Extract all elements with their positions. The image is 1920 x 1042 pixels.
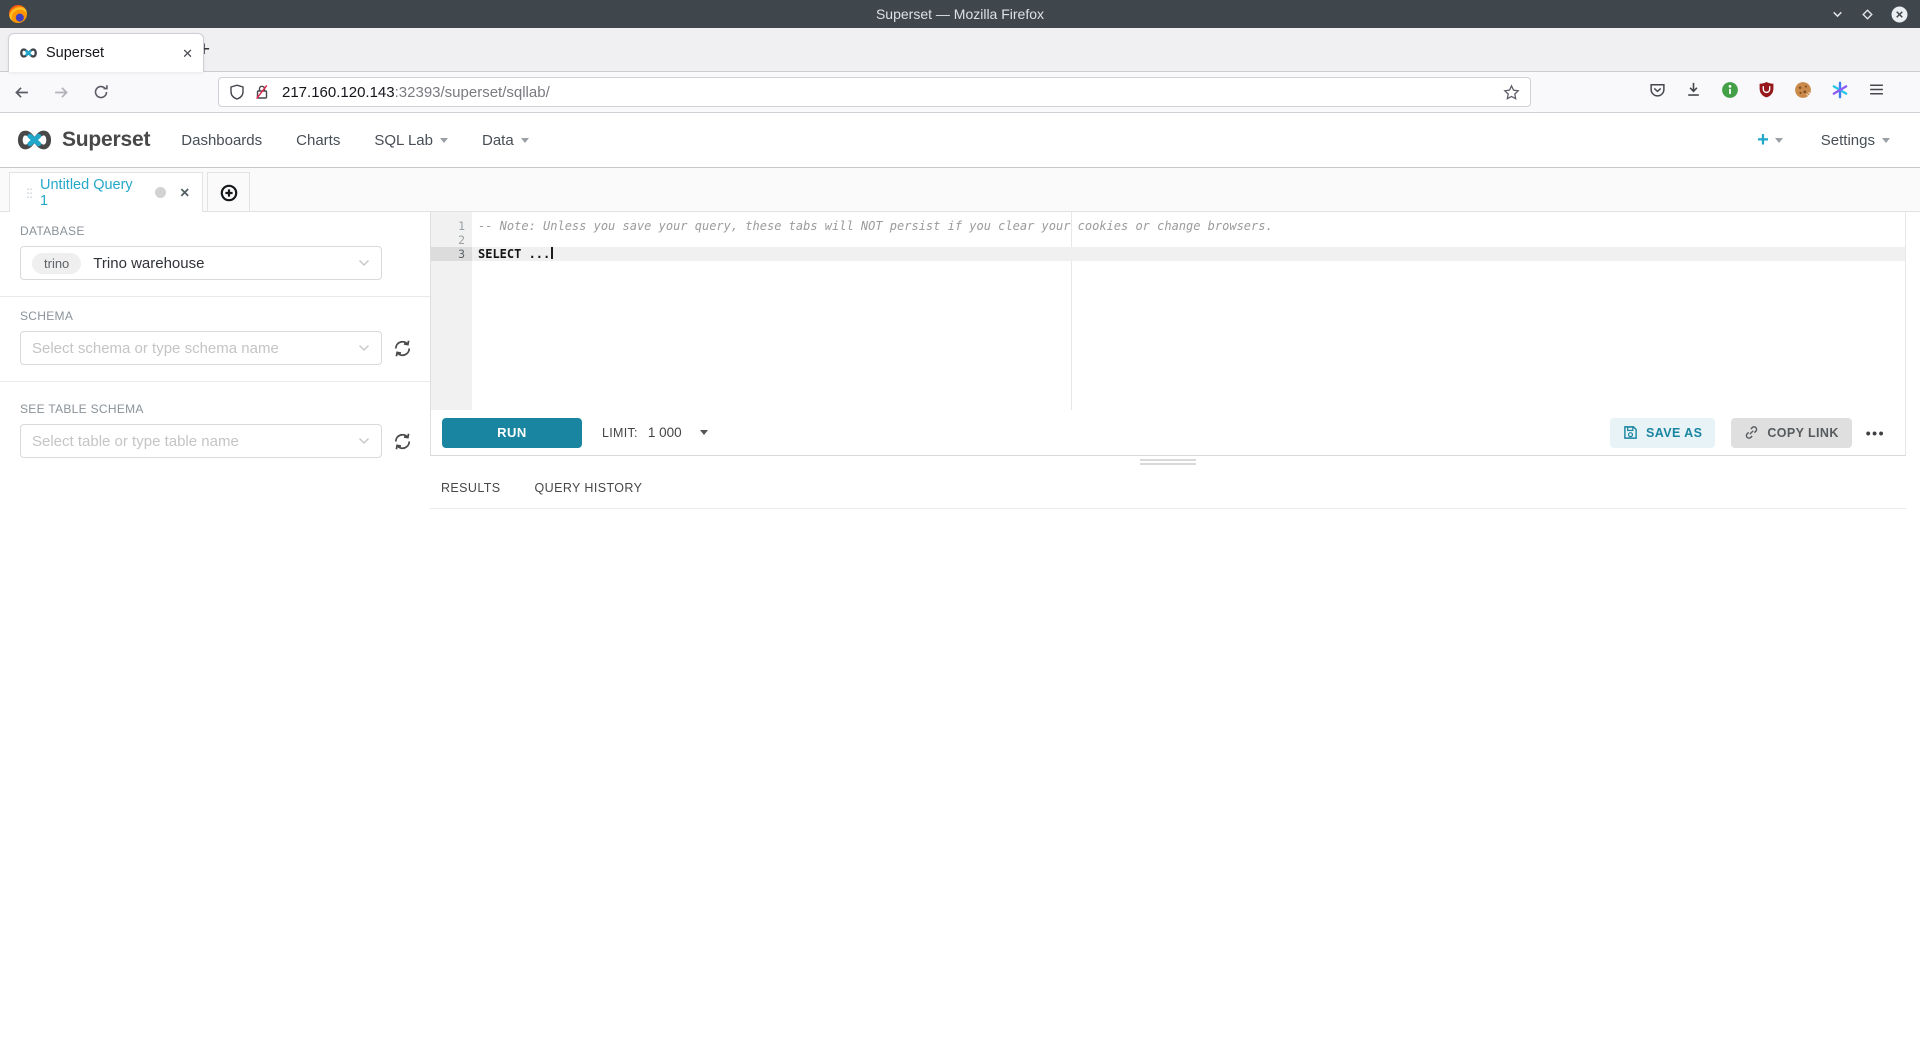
- query-tab-bar: ⋮ Untitled Query 1 ✕: [0, 168, 1920, 212]
- query-status-dot: [155, 187, 166, 198]
- hamburger-menu-icon[interactable]: [1868, 81, 1885, 103]
- text-cursor: [551, 247, 553, 259]
- browser-tab-strip: Superset ✕ +: [0, 28, 1920, 72]
- chevron-down-icon: [1775, 138, 1783, 143]
- chevron-down-icon: [700, 430, 708, 435]
- tab-query-history[interactable]: QUERY HISTORY: [535, 481, 643, 495]
- save-icon: [1623, 425, 1638, 440]
- chevron-down-icon: [358, 437, 370, 445]
- forward-icon[interactable]: [52, 83, 70, 101]
- extension-ublock-icon[interactable]: [1758, 81, 1775, 103]
- nav-item-sql-lab[interactable]: SQL Lab: [357, 132, 465, 149]
- schema-label: SCHEMA: [20, 309, 430, 323]
- table-select[interactable]: [20, 424, 382, 458]
- window-title: Superset — Mozilla Firefox: [0, 6, 1920, 22]
- editor-line-active: 3 SELECT ...: [431, 247, 1905, 261]
- query-tab-close-icon[interactable]: ✕: [180, 185, 190, 200]
- limit-label: LIMIT:: [602, 426, 638, 440]
- limit-value: 1 000: [648, 425, 682, 440]
- bookmark-star-icon[interactable]: [1503, 84, 1520, 101]
- window-minimize-button[interactable]: [1831, 8, 1844, 21]
- window-maximize-button[interactable]: [1861, 8, 1874, 21]
- results-pane: RESULTS QUERY HISTORY: [430, 467, 1906, 509]
- circled-plus-icon: [220, 184, 238, 202]
- table-input[interactable]: [32, 433, 358, 450]
- refresh-tables-icon[interactable]: [392, 431, 413, 452]
- brand-name: Superset: [62, 128, 150, 152]
- add-query-tab-button[interactable]: [207, 172, 250, 212]
- divider: [0, 296, 430, 297]
- superset-favicon: [19, 47, 38, 59]
- database-type-pill: trino: [32, 253, 81, 274]
- nav-item-data[interactable]: Data: [465, 132, 546, 149]
- query-tab-active[interactable]: ⋮ Untitled Query 1 ✕: [9, 172, 203, 212]
- divider: [430, 508, 1906, 509]
- url-text[interactable]: 217.160.120.143:32393/superset/sqllab/: [282, 84, 550, 101]
- chevron-down-icon: [358, 259, 370, 267]
- extension-cookie-icon[interactable]: [1794, 81, 1812, 104]
- more-menu-icon[interactable]: •••: [1866, 425, 1885, 441]
- save-as-button[interactable]: SAVE AS: [1610, 418, 1715, 448]
- sql-editor[interactable]: 1 -- Note: Unless you save your query, t…: [431, 212, 1905, 410]
- link-icon: [1744, 425, 1759, 440]
- chevron-down-icon: [521, 138, 529, 143]
- window-titlebar: Superset — Mozilla Firefox: [0, 0, 1920, 28]
- chevron-down-icon: [358, 344, 370, 352]
- database-value: Trino warehouse: [93, 255, 204, 272]
- divider: [0, 381, 430, 382]
- refresh-schemas-icon[interactable]: [392, 338, 413, 359]
- insecure-lock-icon[interactable]: [254, 84, 270, 100]
- browser-tab-close-icon[interactable]: ✕: [182, 47, 193, 60]
- extension-asterisk-icon[interactable]: [1831, 81, 1849, 104]
- editor-line: 1 -- Note: Unless you save your query, t…: [431, 219, 1905, 233]
- url-bar[interactable]: 217.160.120.143:32393/superset/sqllab/: [218, 77, 1531, 107]
- firefox-window: Superset — Mozilla Firefox Superset ✕ +: [0, 0, 1920, 1042]
- window-close-button[interactable]: [1891, 6, 1908, 23]
- sql-editor-pane: 1 -- Note: Unless you save your query, t…: [430, 212, 1906, 455]
- schema-select[interactable]: [20, 331, 382, 365]
- url-host: 217.160.120.143: [282, 84, 395, 101]
- chevron-down-icon: [1882, 138, 1890, 143]
- browser-tab-title: Superset: [46, 45, 104, 61]
- browser-toolbar: 217.160.120.143:32393/superset/sqllab/: [0, 72, 1920, 113]
- copy-link-button[interactable]: COPY LINK: [1731, 418, 1851, 448]
- limit-dropdown[interactable]: LIMIT: 1 000: [602, 425, 708, 440]
- browser-tab-superset[interactable]: Superset ✕: [8, 33, 204, 72]
- superset-navbar: Superset Dashboards Charts SQL Lab Data …: [0, 113, 1920, 168]
- pane-splitter[interactable]: [430, 455, 1906, 467]
- tab-results[interactable]: RESULTS: [441, 481, 501, 495]
- sql-lab-sidebar: DATABASE trino Trino warehouse SCHEMA: [0, 212, 430, 1042]
- nav-item-charts[interactable]: Charts: [279, 132, 357, 149]
- nav-item-dashboards[interactable]: Dashboards: [164, 132, 279, 149]
- drag-grip-icon: ⋮: [22, 187, 31, 199]
- plus-icon: +: [1757, 130, 1769, 150]
- url-path: :32393/superset/sqllab/: [395, 84, 550, 101]
- back-icon[interactable]: [12, 83, 30, 101]
- table-schema-label: SEE TABLE SCHEMA: [20, 402, 430, 416]
- extension-green-icon[interactable]: [1721, 81, 1739, 104]
- settings-menu[interactable]: Settings: [1821, 132, 1890, 149]
- chevron-down-icon: [440, 138, 448, 143]
- splitter-grip-icon: [1140, 459, 1196, 465]
- pocket-icon[interactable]: [1649, 81, 1666, 103]
- query-tab-title: Untitled Query 1: [40, 177, 145, 209]
- schema-input[interactable]: [32, 340, 358, 357]
- run-button[interactable]: RUN: [442, 418, 582, 448]
- database-select[interactable]: trino Trino warehouse: [20, 246, 382, 280]
- database-label: DATABASE: [20, 224, 430, 238]
- superset-logo-icon: [16, 129, 53, 151]
- reload-icon[interactable]: [92, 83, 110, 101]
- downloads-icon[interactable]: [1685, 81, 1702, 103]
- superset-brand[interactable]: Superset: [16, 128, 150, 152]
- add-new-menu[interactable]: +: [1757, 130, 1783, 150]
- shield-icon[interactable]: [229, 84, 245, 100]
- editor-line: 2: [431, 233, 1905, 247]
- sql-toolbar: RUN LIMIT: 1 000 SAVE AS COPY LIN: [431, 410, 1905, 455]
